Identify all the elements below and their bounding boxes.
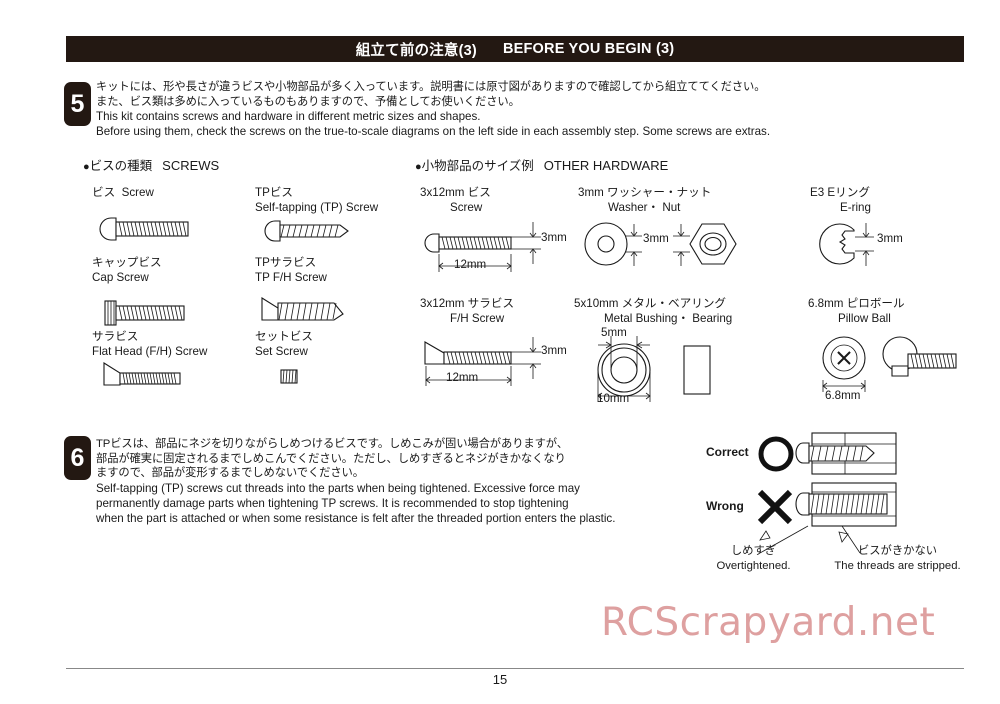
section-heading-screws: ●ビスの種類 SCREWS: [83, 155, 219, 174]
label-set-screw: セットビス Set Screw: [255, 330, 313, 359]
page-number: 15: [492, 672, 508, 687]
dim-hw-washer-nut-bore: 3mm: [643, 232, 669, 245]
callout-threads-stripped: ビスがきかない The threads are stripped.: [810, 544, 985, 573]
step-5-text-block: キットには、形や長さが違うビスや小物部品が多く入っています。説明書には原寸図があ…: [96, 80, 770, 139]
step-number-badge-6: 6: [64, 436, 91, 480]
section-hardware-jp: 小物部品のサイズ例: [421, 159, 534, 173]
label-hw-e-ring-jp: E3 Eリング: [810, 186, 870, 199]
label-tp-screw-en: Self-tapping (TP) Screw: [255, 200, 379, 214]
label-cap-screw-jp: キャップビス: [92, 256, 162, 269]
step-6-en-line-2: permanently damage parts when tightening…: [96, 496, 569, 510]
diagram-hw-screw-dimensioned: [424, 222, 541, 272]
label-screw-en: Screw: [121, 186, 154, 199]
section-hardware-en: OTHER HARDWARE: [543, 158, 669, 173]
callout-overtightened-en: Overtightened.: [716, 559, 791, 572]
label-hw-screw-en: Screw: [450, 200, 483, 214]
dim-hw-e-ring-bore: 3mm: [877, 232, 903, 245]
diagram-cap-screw: [104, 300, 185, 326]
label-screw-jp: ビス: [92, 186, 116, 199]
label-cap-screw-en: Cap Screw: [92, 270, 149, 284]
step-5-jp-line-2: また、ビス類は多めに入っているものもありますので、予備としてお使いください。: [96, 95, 520, 108]
label-tp-flat-head-screw-en: TP F/H Screw: [255, 270, 327, 284]
bullet-icon: ●: [415, 161, 422, 173]
diagram-round-head-screw: [99, 217, 189, 241]
label-hw-pillow-ball-jp: 6.8mm ピロボール: [808, 297, 905, 310]
label-tp-flat-head-screw: TPサラビス TP F/H Screw: [255, 256, 327, 285]
callout-threads-stripped-en: The threads are stripped.: [834, 559, 961, 572]
correct-circle-icon: [758, 436, 794, 472]
label-hw-screw-jp: 3x12mm ビス: [420, 186, 491, 199]
diagram-set-screw: [280, 369, 298, 384]
label-hw-washer-nut-en: Washer・ Nut: [608, 200, 681, 214]
label-set-screw-en: Set Screw: [255, 344, 308, 358]
bullet-icon: ●: [83, 161, 90, 173]
step-6-jp-line-3: ますので、部品が変形するまでしめないでください。: [96, 467, 364, 480]
dim-hw-screw-length: 12mm: [454, 258, 487, 271]
section-screws-en: SCREWS: [162, 158, 220, 173]
step-6-jp-line-1: TPビスは、部品にネジを切りながらしめつけるビスです。しめこみが固い場合がありま…: [96, 438, 568, 450]
label-hw-screw: 3x12mm ビス Screw: [420, 186, 491, 215]
diagram-hw-fh-screw-dimensioned: [424, 337, 541, 386]
dim-hw-fh-screw-length: 12mm: [446, 371, 479, 384]
label-tp-flat-head-screw-jp: TPサラビス: [255, 256, 317, 269]
watermark: RCScrapyard.net: [601, 600, 936, 645]
manual-page: 組立て前の注意(3) BEFORE YOU BEGIN (3) 5 キットには、…: [0, 0, 1000, 704]
label-screw: ビス Screw: [92, 186, 154, 201]
diagram-tp-flat-head-screw: [261, 297, 344, 321]
label-cap-screw: キャップビス Cap Screw: [92, 256, 162, 285]
callout-overtightened-jp: しめすぎ: [730, 545, 777, 557]
diagram-flat-head-screw: [103, 362, 181, 386]
label-hw-e-ring-en: E-ring: [840, 200, 871, 214]
section-heading-hardware: ●小物部品のサイズ例 OTHER HARDWARE: [415, 155, 668, 174]
page-header-banner: 組立て前の注意(3) BEFORE YOU BEGIN (3): [66, 36, 964, 62]
label-set-screw-jp: セットビス: [255, 330, 313, 343]
label-hw-bushing-bearing-en: Metal Bushing・ Bearing: [604, 311, 733, 325]
wrong-label: Wrong: [706, 499, 744, 513]
label-hw-pillow-ball-en: Pillow Ball: [838, 311, 891, 325]
label-hw-e-ring: E3 Eリング E-ring: [810, 186, 871, 215]
dim-hw-bushing-bore: 5mm: [601, 326, 627, 339]
dim-hw-pillow-ball-diameter: 6.8mm: [825, 389, 861, 402]
correct-label: Correct: [706, 445, 749, 459]
callout-overtightened: しめすぎ Overtightened.: [706, 544, 801, 573]
diagram-correct-screw-in-plastic: [795, 432, 897, 475]
step-5-en-line-2: Before using them, check the screws on t…: [96, 125, 771, 139]
dim-hw-fh-screw-height: 3mm: [541, 344, 567, 357]
label-tp-screw-jp: TPビス: [255, 186, 294, 199]
label-hw-fh-screw-jp: 3x12mm サラビス: [420, 297, 515, 310]
header-title-en: BEFORE YOU BEGIN (3): [502, 41, 675, 57]
step-5-en-line-1: This kit contains screws and hardware in…: [96, 110, 481, 124]
label-tp-screw: TPビス Self-tapping (TP) Screw: [255, 186, 378, 215]
step-6-text-block: TPビスは、部品にネジを切りながらしめつけるビスです。しめこみが固い場合がありま…: [96, 437, 615, 526]
label-hw-fh-screw: 3x12mm サラビス F/H Screw: [420, 297, 514, 326]
diagram-hw-e-ring-dimensioned: [819, 223, 874, 266]
step-number-badge-5: 5: [64, 82, 91, 126]
label-hw-bushing-bearing: 5x10mm メタル・ベアリング Metal Bushing・ Bearing: [574, 297, 732, 326]
section-screws-jp: ビスの種類: [89, 159, 153, 173]
label-hw-pillow-ball: 6.8mm ピロボール Pillow Ball: [808, 297, 905, 326]
step-6-en-line-3: when the part is attached or when some r…: [96, 511, 616, 525]
label-flat-head-screw-jp: サラビス: [92, 330, 139, 343]
step-6-jp-line-2: 部品が確実に固定されるまでしめこんでください。ただし、しめすぎるとネジがきかなく…: [96, 452, 566, 465]
diagram-hw-washer-nut-dimensioned: [584, 222, 737, 266]
label-hw-washer-nut: 3mm ワッシャー・ナット Washer・ Nut: [578, 186, 711, 215]
dim-hw-screw-height: 3mm: [541, 231, 567, 244]
label-hw-washer-nut-jp: 3mm ワッシャー・ナット: [578, 186, 712, 199]
label-flat-head-screw-en: Flat Head (F/H) Screw: [92, 344, 208, 358]
label-hw-bushing-bearing-jp: 5x10mm メタル・ベアリング: [574, 297, 727, 310]
diagram-tp-screw: [264, 220, 349, 242]
step-5-jp-line-1: キットには、形や長さが違うビスや小物部品が多く入っています。説明書には原寸図があ…: [96, 81, 766, 93]
header-title-jp: 組立て前の注意(3): [355, 42, 477, 59]
label-hw-fh-screw-en: F/H Screw: [450, 311, 505, 325]
callout-threads-stripped-jp: ビスがきかない: [857, 545, 938, 557]
footer-divider: [66, 668, 964, 669]
label-flat-head-screw: サラビス Flat Head (F/H) Screw: [92, 330, 207, 359]
dim-hw-bushing-outer: 10mm: [597, 392, 630, 405]
step-6-en-line-1: Self-tapping (TP) screws cut threads int…: [96, 481, 580, 495]
